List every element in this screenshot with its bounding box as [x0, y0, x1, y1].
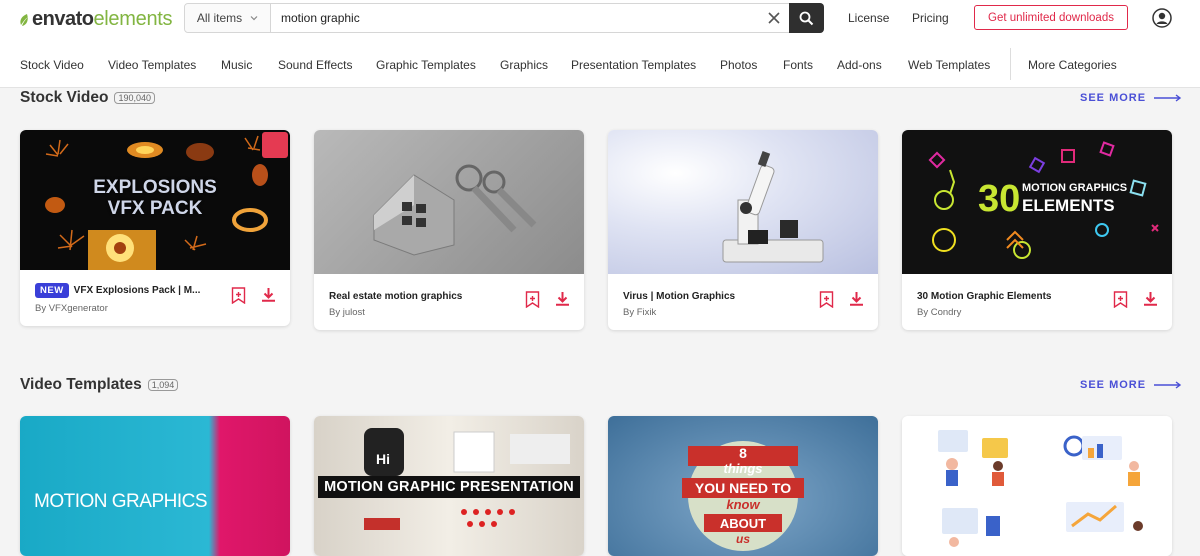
pricing-link[interactable]: Pricing [912, 11, 949, 25]
add-to-collection-icon[interactable] [1113, 291, 1128, 308]
search-scope-label: All items [196, 11, 243, 25]
search-icon [799, 11, 814, 25]
card-author[interactable]: By VFXgenerator [35, 303, 108, 314]
add-to-collection-icon[interactable] [819, 291, 834, 308]
card-title[interactable]: Virus | Motion Graphics [623, 291, 735, 302]
count-badge: 1,094 [147, 379, 179, 391]
leaf-icon [20, 13, 28, 26]
thumbnail-number: 8 [739, 445, 747, 461]
card-info: 30 Motion Graphic Elements By Condry [902, 274, 1172, 330]
add-to-collection-icon[interactable] [525, 291, 540, 308]
thumbnail-hi-text: Hi [376, 451, 390, 467]
card-title-row[interactable]: NEW VFX Explosions Pack | M... [35, 283, 200, 298]
card-title[interactable]: 30 Motion Graphic Elements [917, 291, 1051, 302]
thumbnail-text-line1: MOTION GRAPHICS [1022, 182, 1128, 194]
card-thumbnail[interactable]: Hi MOTION GRAPHIC PRESENTATION [314, 416, 584, 556]
card-author[interactable]: By Condry [917, 307, 961, 318]
nav-music[interactable]: Music [221, 58, 252, 72]
card-title: VFX Explosions Pack | M... [73, 285, 201, 296]
card-thumbnail[interactable]: MOTION GRAPHICS [20, 416, 290, 556]
video-template-card[interactable]: MOTION GRAPHICS [20, 416, 290, 556]
section-title-video-templates: Video Templates 1,094 [20, 376, 179, 394]
see-more-video-templates[interactable]: SEE MORE [1080, 379, 1182, 391]
thumbnail-text-line2: YOU NEED TO [694, 480, 792, 496]
microscope-thumbnail-art [722, 151, 824, 263]
nav-photos[interactable]: Photos [720, 58, 757, 72]
thumbnail-number: 30 [978, 178, 1021, 220]
card-info: NEW VFX Explosions Pack | M... By VFXgen… [20, 270, 290, 326]
add-to-collection-icon[interactable] [231, 287, 246, 304]
envato-logo[interactable]: envato elements [18, 8, 173, 31]
thumbnail-text-line3: know [726, 497, 760, 512]
video-template-card[interactable]: 8 things YOU NEED TO know ABOUT us [608, 416, 878, 556]
see-more-stock-video[interactable]: SEE MORE [1080, 92, 1182, 104]
section-heading: Video Templates [20, 376, 142, 393]
thumbnail-text-line1: EXPLOSIONS [93, 177, 217, 198]
top-header: envatoelements All items License Pricing… [0, 0, 1200, 88]
nav-video-templates[interactable]: Video Templates [108, 58, 196, 72]
card-thumbnail[interactable]: 8 things YOU NEED TO know ABOUT us [608, 416, 878, 556]
card-author[interactable]: By Fixik [623, 307, 656, 318]
nav-fonts[interactable]: Fonts [783, 58, 813, 72]
nav-web-templates[interactable]: Web Templates [908, 58, 990, 72]
download-icon[interactable] [849, 291, 864, 306]
download-icon[interactable] [1143, 291, 1158, 306]
nav-graphics[interactable]: Graphics [500, 58, 548, 72]
new-badge: NEW [35, 283, 69, 298]
card-info: Real estate motion graphics By julost [314, 274, 584, 330]
card-info: Virus | Motion Graphics By Fixik [608, 274, 878, 330]
search-scope-dropdown[interactable]: All items [185, 4, 271, 32]
close-icon [768, 12, 780, 24]
stock-video-card[interactable]: 30 MOTION GRAPHICS ELEMENTS 30 Motion Gr… [902, 130, 1172, 330]
arrow-right-icon [1154, 381, 1182, 389]
stock-video-card[interactable]: EXPLOSIONS VFX PACK NEW VFX Explosions P… [20, 130, 290, 326]
count-badge: 190,040 [114, 92, 155, 104]
thumbnail-text-line1: MOTION GRAPHICS [34, 491, 208, 512]
video-template-card[interactable]: Hi MOTION GRAPHIC PRESENTATION [314, 416, 584, 556]
nav-presentation-templates[interactable]: Presentation Templates [571, 58, 696, 72]
card-thumbnail[interactable] [314, 130, 584, 274]
see-more-label: SEE MORE [1080, 379, 1147, 391]
nav-more-categories[interactable]: More Categories [1028, 58, 1117, 72]
nav-divider [1010, 48, 1011, 80]
thumbnail-text-line4: ABOUT [719, 516, 767, 531]
see-more-label: SEE MORE [1080, 92, 1147, 104]
chevron-down-icon [250, 16, 258, 21]
card-title[interactable]: Real estate motion graphics [329, 291, 462, 302]
nav-sound-effects[interactable]: Sound Effects [278, 58, 353, 72]
video-template-card[interactable] [902, 416, 1172, 556]
card-thumbnail[interactable] [902, 416, 1172, 556]
stock-video-card[interactable]: Virus | Motion Graphics By Fixik [608, 130, 878, 330]
license-link[interactable]: License [848, 11, 889, 25]
thumbnail-text-line2: ELEMENTS [1022, 196, 1115, 215]
thumbnail-text-line2: VFX PACK [107, 198, 203, 219]
nav-add-ons[interactable]: Add-ons [837, 58, 882, 72]
stock-video-card[interactable]: Real estate motion graphics By julost [314, 130, 584, 330]
arrow-right-icon [1154, 94, 1182, 102]
thumbnail-text-line1: things [723, 461, 763, 476]
download-icon[interactable] [261, 287, 276, 302]
section-title-stock-video: Stock Video 190,040 [20, 89, 155, 107]
logo-text-elements: elements [93, 8, 173, 30]
section-heading: Stock Video [20, 89, 109, 106]
card-author[interactable]: By julost [329, 307, 365, 318]
download-icon[interactable] [555, 291, 570, 306]
thumbnail-text-line5: us [735, 532, 750, 546]
card-thumbnail[interactable]: 30 MOTION GRAPHICS ELEMENTS [902, 130, 1172, 274]
house-keys-thumbnail-art [373, 164, 537, 256]
search-button[interactable] [789, 3, 824, 33]
logo-text-envato: envato [32, 8, 94, 30]
card-thumbnail[interactable]: EXPLOSIONS VFX PACK [20, 130, 290, 270]
nav-stock-video[interactable]: Stock Video [20, 58, 84, 72]
card-thumbnail[interactable] [608, 130, 878, 274]
clear-search-button[interactable] [759, 4, 789, 32]
search-bar: All items [184, 3, 824, 33]
account-avatar-icon[interactable] [1152, 8, 1172, 28]
nav-graphic-templates[interactable]: Graphic Templates [376, 58, 476, 72]
search-input[interactable] [271, 4, 759, 32]
get-unlimited-downloads-button[interactable]: Get unlimited downloads [974, 5, 1128, 30]
thumbnail-text-line1: MOTION GRAPHIC PRESENTATION [318, 476, 580, 498]
illustration-thumbnail-art [938, 430, 1143, 547]
